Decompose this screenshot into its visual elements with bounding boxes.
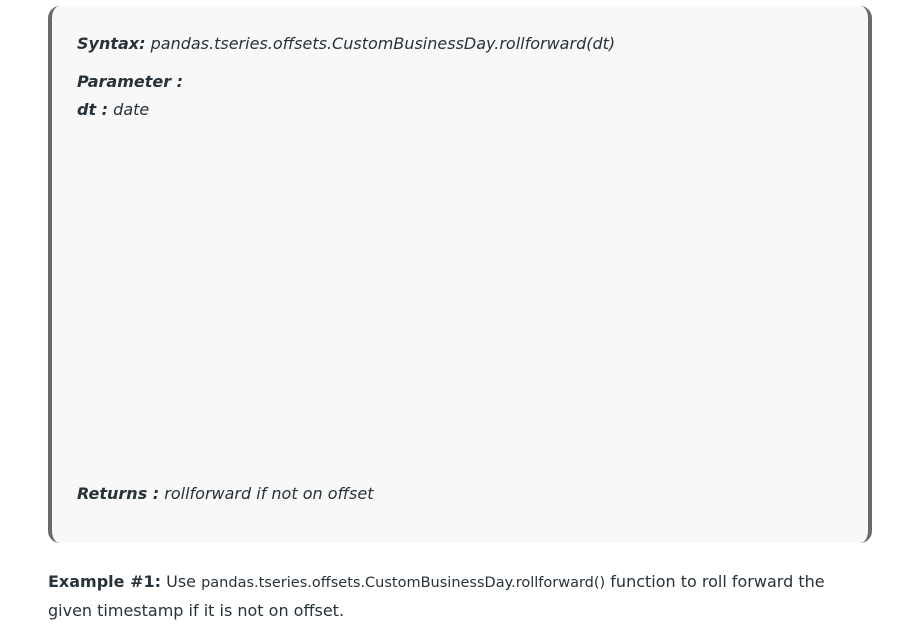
- returns-value: rollforward if not on offset: [164, 484, 374, 503]
- returns-label: Returns :: [77, 484, 160, 503]
- syntax-line: Syntax: pandas.tseries.offsets.CustomBus…: [77, 34, 615, 53]
- example-paragraph: Example #1: Use pandas.tseries.offsets.C…: [48, 568, 868, 625]
- syntax-value: pandas.tseries.offsets.CustomBusinessDay…: [150, 34, 616, 53]
- page: Syntax: pandas.tseries.offsets.CustomBus…: [0, 0, 909, 634]
- example-function-name: pandas.tseries.offsets.CustomBusinessDay…: [201, 575, 606, 591]
- parameter-heading: Parameter :: [77, 72, 183, 91]
- returns-line: Returns : rollforward if not on offset: [77, 484, 374, 503]
- syntax-label: Syntax:: [77, 34, 146, 53]
- parameter-line: dt : date: [77, 100, 149, 119]
- param-value: date: [113, 100, 150, 119]
- param-name: dt :: [77, 100, 109, 119]
- parameter-heading-label: Parameter :: [77, 72, 184, 91]
- example-label: Example #1:: [48, 572, 162, 591]
- example-text-before: Use: [166, 572, 196, 591]
- syntax-box: Syntax: pandas.tseries.offsets.CustomBus…: [48, 6, 872, 543]
